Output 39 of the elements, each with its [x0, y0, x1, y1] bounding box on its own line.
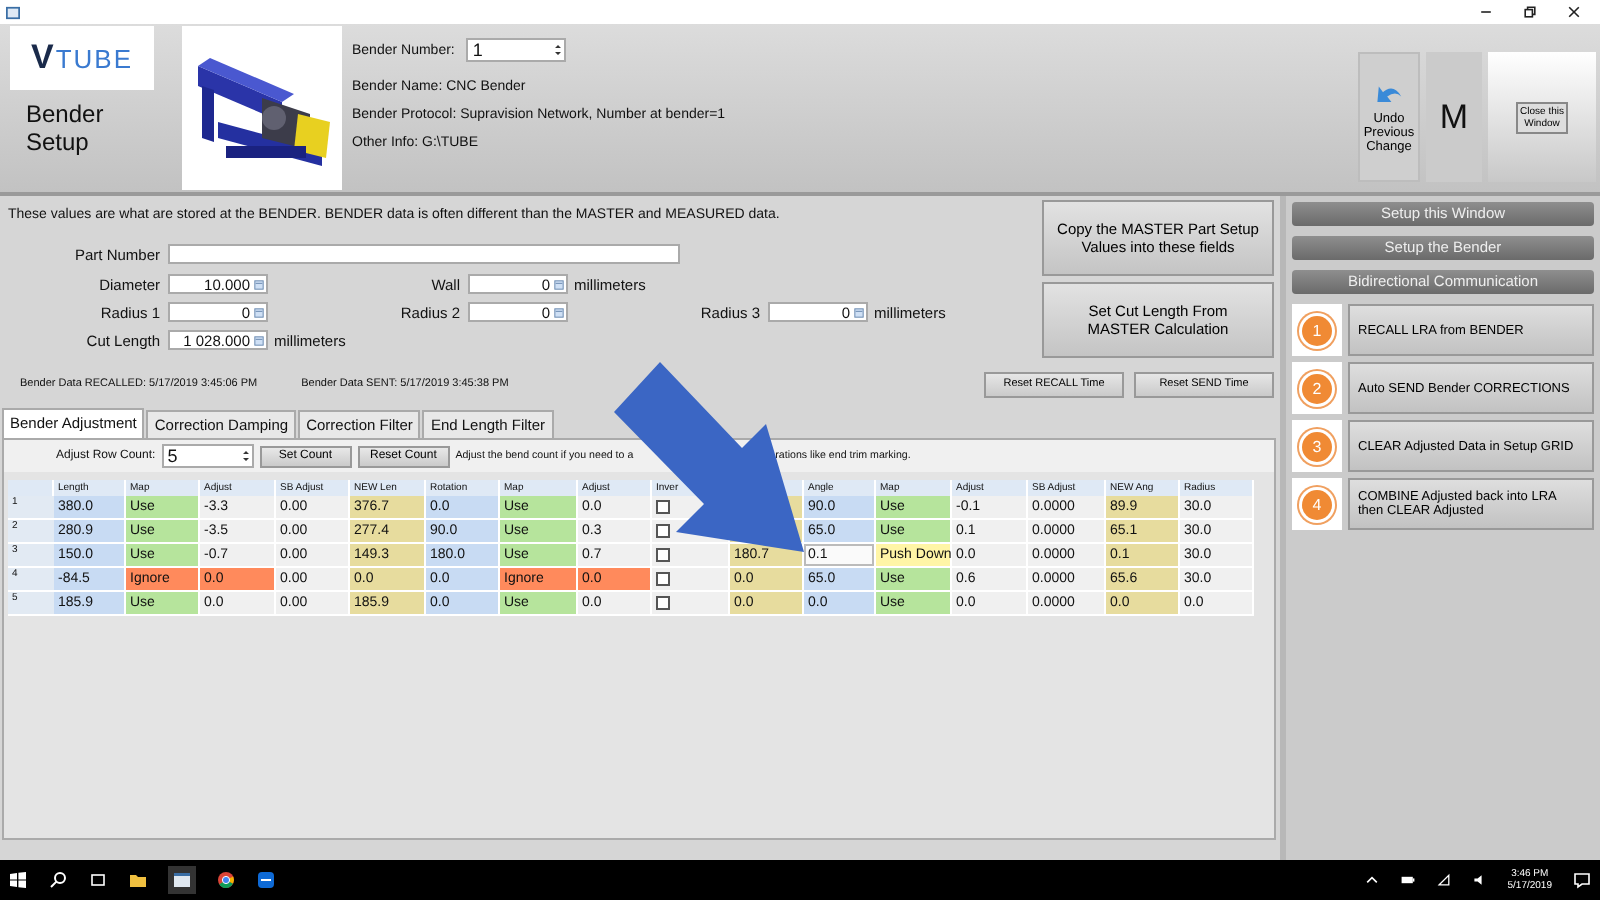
spinner-icon[interactable]	[554, 42, 563, 58]
task-view-icon[interactable]	[88, 870, 108, 890]
checkbox[interactable]	[656, 499, 670, 514]
volume-icon[interactable]	[1471, 872, 1488, 888]
calculator-icon[interactable]	[254, 307, 264, 317]
calculator-icon[interactable]	[854, 307, 864, 317]
notification-icon[interactable]	[1572, 870, 1592, 890]
app-icon	[6, 5, 20, 19]
calculator-icon[interactable]	[254, 335, 264, 345]
folder-icon[interactable]	[128, 870, 148, 890]
calculator-icon[interactable]	[554, 307, 564, 317]
row-count-field[interactable]: 5	[161, 444, 254, 468]
spinner-icon[interactable]	[241, 448, 250, 464]
search-icon[interactable]	[48, 870, 68, 890]
app-window-icon[interactable]	[168, 866, 196, 894]
caret-up-icon[interactable]	[1363, 872, 1380, 888]
remote-app-icon[interactable]	[256, 870, 276, 890]
checkbox[interactable]	[656, 571, 670, 586]
checkbox[interactable]	[656, 523, 670, 538]
checkbox[interactable]	[656, 595, 670, 610]
page-title: Bender Setup	[26, 100, 106, 156]
step-number: 3	[1302, 431, 1332, 461]
mode-letter: M	[1426, 52, 1482, 182]
network-icon[interactable]	[1435, 872, 1452, 888]
logo: VTUBE	[10, 26, 154, 90]
close-icon[interactable]	[1566, 4, 1582, 20]
windows-icon[interactable]	[8, 870, 28, 890]
step-number: 2	[1302, 373, 1332, 403]
part-number-field[interactable]	[168, 244, 680, 264]
step-number: 4	[1302, 489, 1332, 519]
battery-icon[interactable]	[1399, 872, 1416, 888]
calculator-icon[interactable]	[254, 279, 264, 289]
header-cell	[8, 480, 54, 496]
restore-icon[interactable]	[1522, 4, 1538, 20]
checkbox[interactable]	[656, 547, 670, 562]
calculator-icon[interactable]	[554, 279, 564, 289]
bender-number-field[interactable]: 1	[466, 38, 567, 62]
browser-icon[interactable]	[216, 870, 236, 890]
step-number: 1	[1302, 315, 1332, 345]
